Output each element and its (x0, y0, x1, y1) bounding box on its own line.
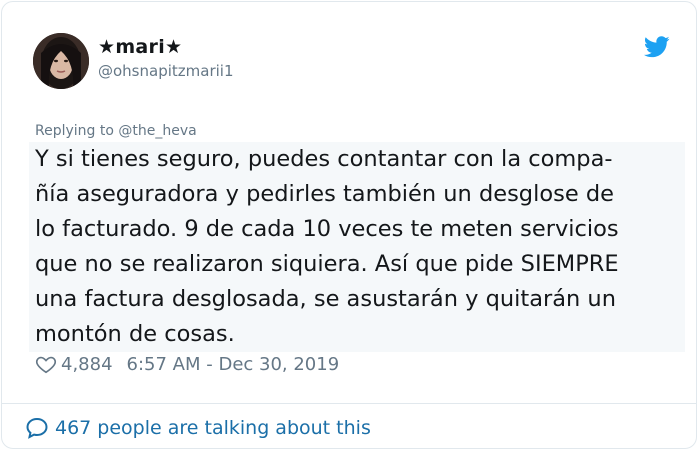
heart-icon[interactable] (35, 353, 57, 375)
tweet-line: Y si tienes seguro, puedes contantar con… (35, 146, 613, 172)
twitter-bird-icon[interactable] (644, 36, 670, 58)
conversation-link[interactable]: 467 people are talking about this (25, 416, 371, 440)
tweet-text: Y si tienes seguro, puedes contantar con… (29, 142, 685, 352)
tweet-line: lo facturado. 9 de cada 10 veces te mete… (35, 216, 619, 242)
avatar[interactable] (33, 33, 89, 89)
talking-count-text[interactable]: 467 people are talking about this (55, 417, 371, 439)
speech-bubble-icon (26, 417, 48, 439)
reply-mention-link[interactable]: @the_heva (118, 123, 196, 139)
avatar-image (33, 33, 89, 89)
display-name[interactable]: ★mari★ (98, 36, 182, 58)
tweet-line: ñía aseguradora y pedirles también un de… (35, 181, 614, 207)
tweet-line: montón de cosas. (35, 321, 235, 347)
replying-to: Replying to @the_heva (35, 123, 197, 139)
tweet-meta: 4,884 6:57 AM - Dec 30, 2019 (35, 353, 339, 375)
tweet-card[interactable]: ★mari★ @ohsnapitzmarii1 Replying to @the… (1, 1, 697, 449)
like-count[interactable]: 4,884 (61, 354, 113, 375)
tweet-line: que no se realizaron siquiera. Así que p… (35, 251, 619, 277)
timestamp-link[interactable]: 6:57 AM - Dec 30, 2019 (127, 354, 340, 375)
user-handle[interactable]: @ohsnapitzmarii1 (98, 62, 234, 80)
tweet-line: una factura desglosada, se asustarán y q… (35, 286, 616, 312)
replying-prefix: Replying to (35, 123, 119, 139)
divider (2, 403, 696, 404)
